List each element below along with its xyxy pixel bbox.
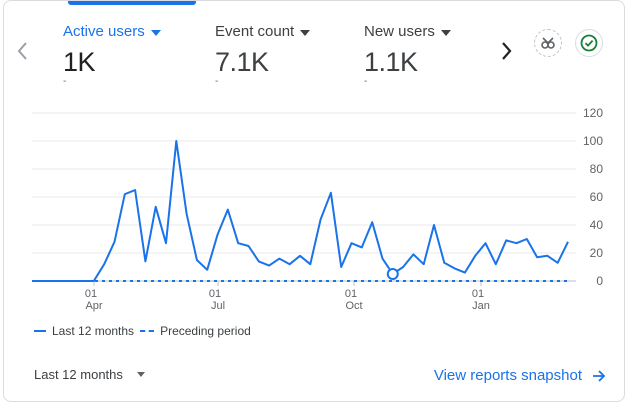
y-tick-label: 20 bbox=[590, 246, 604, 260]
x-tick-month: Oct bbox=[345, 300, 362, 312]
arrow-right-icon bbox=[593, 369, 606, 382]
y-tick-label: 60 bbox=[590, 190, 604, 204]
y-tick-label: 80 bbox=[590, 162, 604, 176]
x-tick-day: 01 bbox=[472, 288, 484, 300]
x-tick-month: Jan bbox=[472, 300, 490, 312]
series-line-current bbox=[32, 140, 569, 282]
x-tick-day: 01 bbox=[209, 288, 221, 300]
view-reports-snapshot-link[interactable]: View reports snapshot bbox=[434, 367, 606, 384]
snapshot-link-label: View reports snapshot bbox=[433, 367, 582, 384]
legend-label: Last 12 months bbox=[52, 324, 135, 338]
x-tick-day: 01 bbox=[85, 288, 97, 300]
legend-swatch-dashed bbox=[140, 330, 155, 332]
chart-legend: Last 12 months Preceding period bbox=[34, 324, 257, 338]
x-tick-day: 01 bbox=[345, 288, 357, 300]
dropdown-caret-icon bbox=[136, 372, 145, 377]
y-tick-label: 100 bbox=[583, 134, 603, 148]
date-range-label: Last 12 months bbox=[34, 367, 123, 382]
y-tick-label: 120 bbox=[583, 106, 603, 120]
legend-swatch-solid bbox=[34, 330, 46, 332]
date-range-selector[interactable]: Last 12 months bbox=[34, 367, 145, 382]
legend-item-preceding: Preceding period bbox=[140, 324, 251, 338]
x-tick-month: Apr bbox=[85, 300, 102, 312]
highlighted-data-point bbox=[386, 268, 399, 280]
y-tick-label: 0 bbox=[596, 274, 603, 288]
x-tick-month: Jul bbox=[211, 300, 225, 312]
y-tick-label: 40 bbox=[590, 218, 604, 232]
legend-label: Preceding period bbox=[160, 324, 251, 338]
line-chart: 12010080604020001Apr01Jul01Oct01Jan bbox=[32, 106, 604, 312]
legend-item-current: Last 12 months bbox=[34, 324, 134, 338]
